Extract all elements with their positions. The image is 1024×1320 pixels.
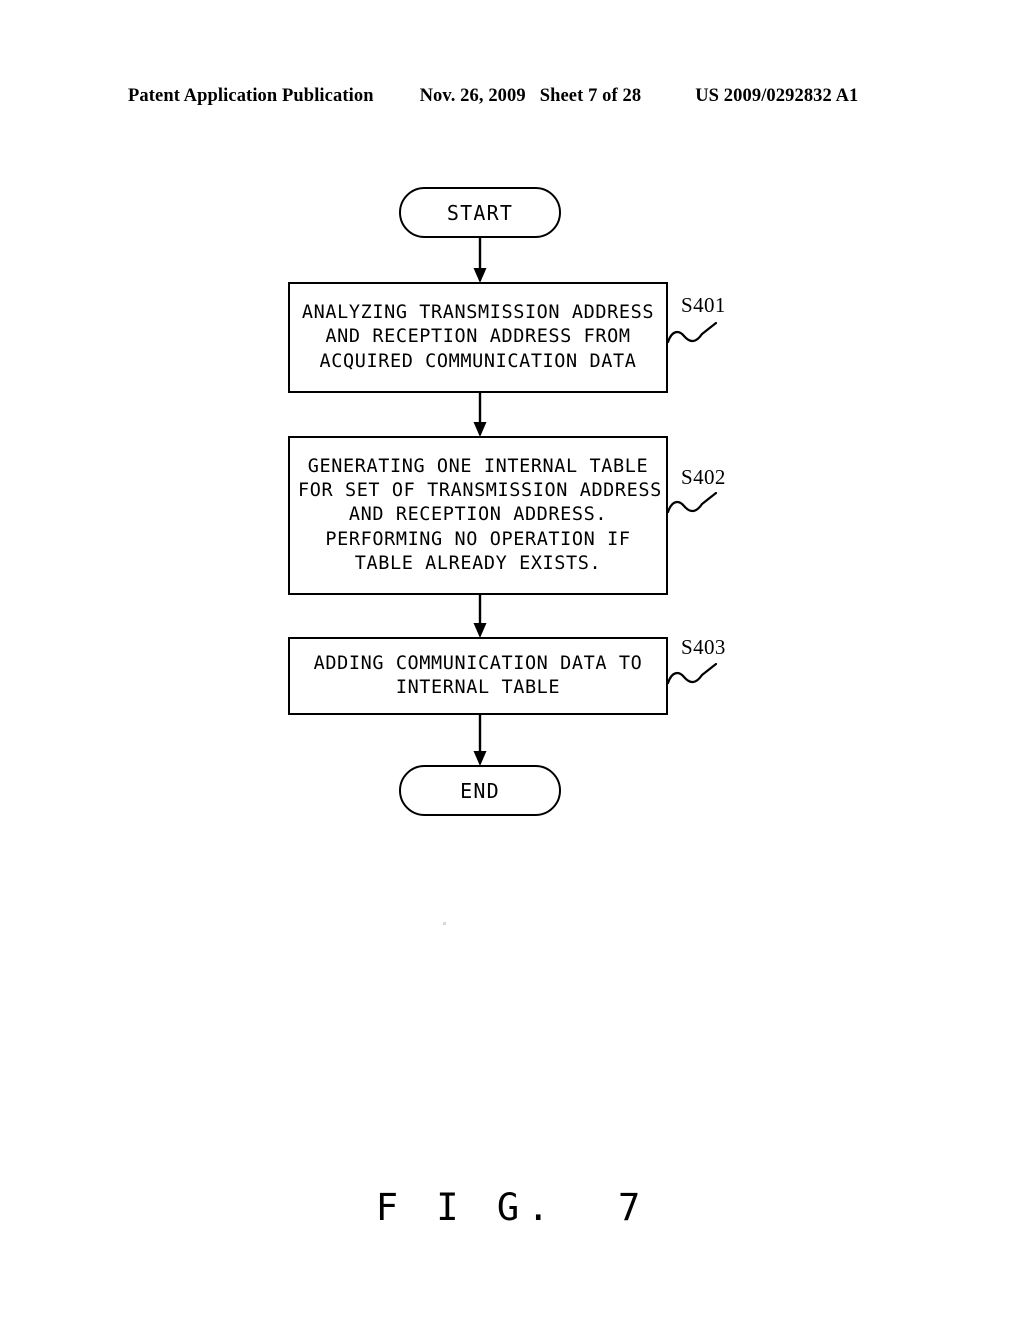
flowchart-process-s403: ADDING COMMUNICATION DATA TO INTERNAL TA… — [288, 637, 668, 715]
flowchart-terminal-end: END — [399, 765, 561, 816]
connector-start-to-s401 — [472, 238, 488, 283]
terminal-end-label: END — [460, 778, 500, 803]
process-s402-text: GENERATING ONE INTERNAL TABLE FOR SET OF… — [298, 455, 662, 575]
process-s402-line-2: FOR SET OF TRANSMISSION ADDRESS — [298, 480, 662, 502]
step-reference-label-s401: S401 — [681, 293, 726, 317]
process-s402-line-5: TABLE ALREADY EXISTS. — [354, 552, 602, 574]
terminal-start-label: START — [446, 200, 514, 225]
process-s402-line-3: AND RECEPTION ADDRESS. — [348, 504, 608, 526]
flowchart-terminal-start: START — [399, 187, 561, 238]
leader-line-s402 — [666, 492, 730, 518]
flowchart-diagram: START ANALYZING TRANSMISSION ADDRESS AND… — [0, 0, 1024, 1320]
leader-line-s403 — [666, 663, 730, 689]
process-s402-line-4: PERFORMING NO OPERATION IF — [325, 528, 631, 550]
process-s403-text: ADDING COMMUNICATION DATA TO INTERNAL TA… — [298, 652, 658, 700]
process-s401-text: ANALYZING TRANSMISSION ADDRESS AND RECEP… — [298, 301, 658, 373]
process-s403-line-2: INTERNAL TABLE — [395, 677, 561, 698]
process-s401-line-1: ANALYZING TRANSMISSION ADDRESS — [301, 302, 655, 324]
connector-s402-to-s403 — [472, 595, 488, 638]
flowchart-process-s402: GENERATING ONE INTERNAL TABLE FOR SET OF… — [288, 436, 668, 595]
figure-caption: F I G. 7 — [375, 1186, 649, 1229]
process-s403-line-1: ADDING COMMUNICATION DATA TO — [313, 652, 643, 674]
process-s402-line-1: GENERATING ONE INTERNAL TABLE — [307, 456, 649, 478]
leader-line-s401 — [666, 322, 730, 348]
step-reference-label-s402: S402 — [681, 465, 726, 489]
scan-artifact-speck — [443, 922, 446, 925]
connector-s401-to-s402 — [472, 393, 488, 437]
step-reference-label-s403: S403 — [681, 635, 726, 659]
connector-s403-to-end — [472, 715, 488, 766]
process-s401-line-3: ACQUIRED COMMUNICATION DATA — [319, 350, 637, 372]
process-s401-line-2: AND RECEPTION ADDRESS FROM — [325, 326, 631, 348]
flowchart-process-s401: ANALYZING TRANSMISSION ADDRESS AND RECEP… — [288, 282, 668, 393]
